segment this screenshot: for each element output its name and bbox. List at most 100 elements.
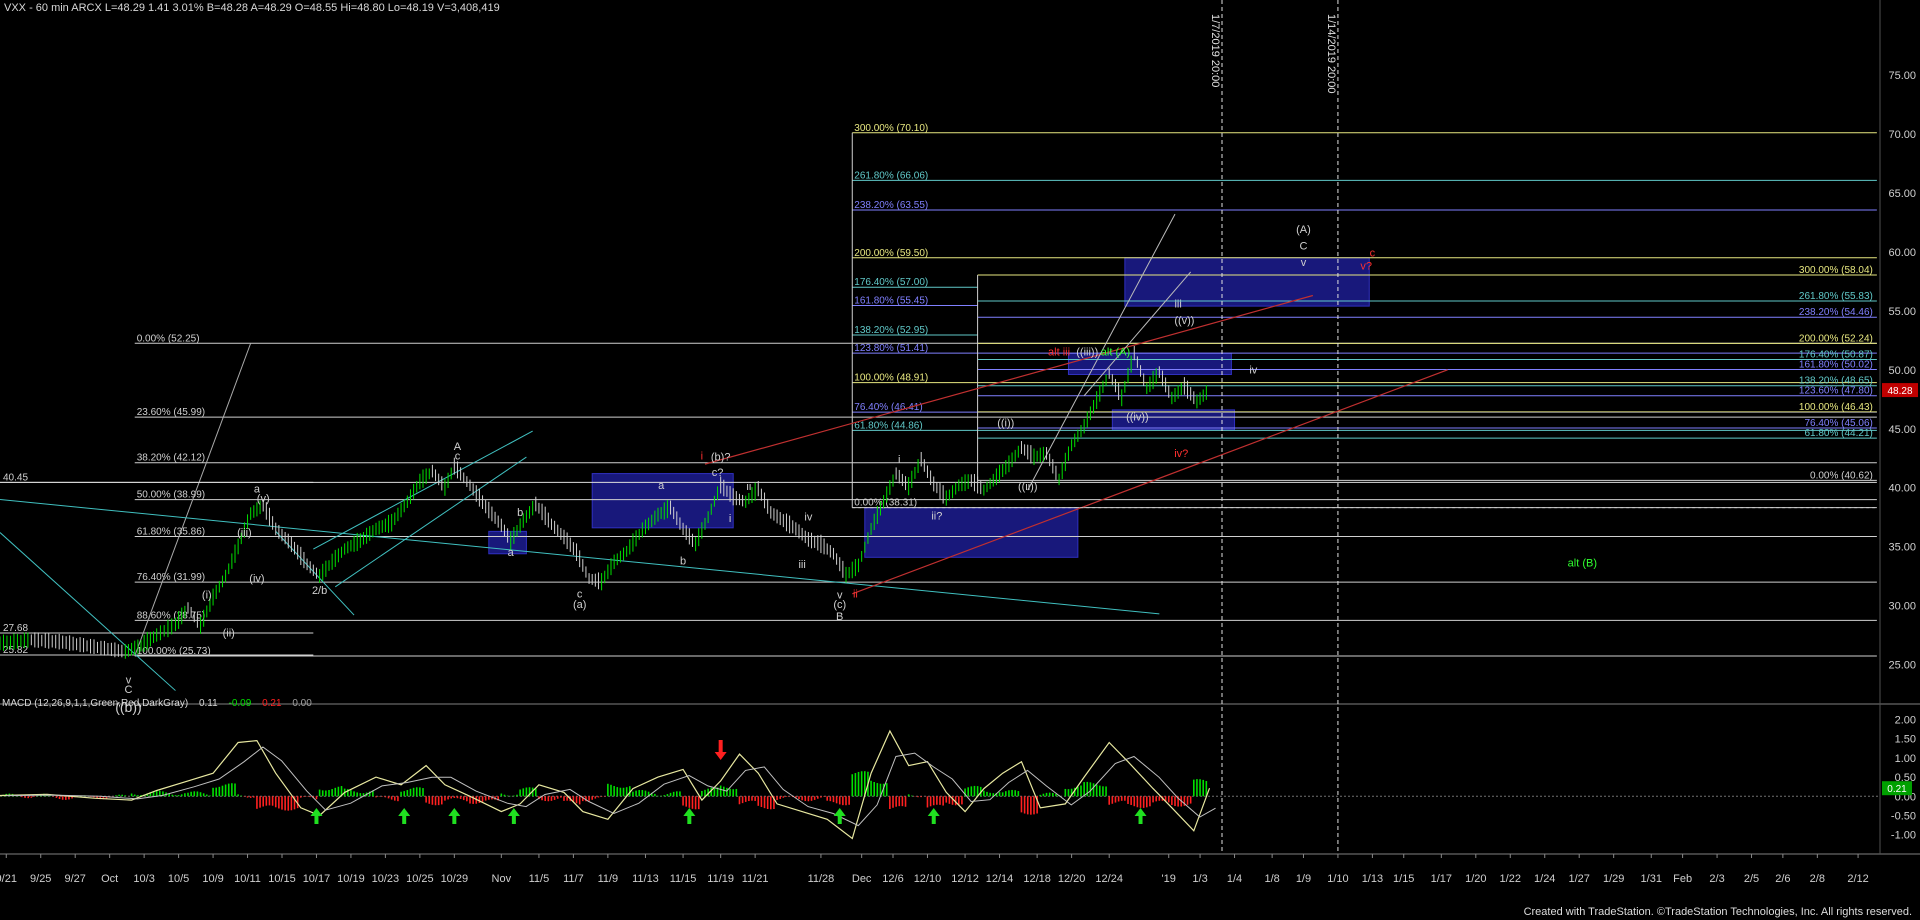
x-axis-tick: 9/27 — [64, 873, 85, 885]
macd-value-1: 0.11 — [198, 698, 218, 709]
price-axis-tick: 50.00 — [1888, 365, 1916, 377]
x-axis-tick: 11/9 — [598, 873, 619, 885]
price-axis-tick: 40.00 — [1888, 483, 1916, 495]
target-box — [1124, 257, 1370, 307]
wave-label: alt (A) — [1101, 347, 1130, 359]
wave-label: ((v)) — [1174, 315, 1194, 327]
wave-label: ((i)) — [997, 417, 1014, 429]
x-axis-tick: 1/20 — [1465, 873, 1486, 885]
price-axis-tick: 65.00 — [1888, 188, 1916, 200]
fib-level-label: 23.60% (45.99) — [137, 407, 205, 418]
fib-level-label: 300.00% (58.04) — [1799, 265, 1873, 276]
macd-arrow-up — [683, 808, 696, 824]
fib-level-label: 138.20% (52.95) — [854, 325, 928, 336]
price-axis-tick: 75.00 — [1888, 70, 1916, 82]
x-axis-tick: 10/17 — [303, 873, 331, 885]
wave-label: (i) — [202, 590, 212, 602]
x-axis-tick: 12/12 — [951, 873, 979, 885]
wave-label: (c) — [833, 599, 846, 611]
fib-level-label: 161.80% (50.02) — [1799, 360, 1873, 371]
fib-level-label: 261.80% (66.06) — [854, 170, 928, 181]
macd-last-label: 0.21 — [1887, 784, 1907, 795]
macd-arrow-up — [310, 808, 323, 824]
x-axis-tick: 10/3 — [133, 873, 154, 885]
wave-label: i — [729, 513, 731, 525]
x-axis-tick: Dec — [852, 873, 872, 885]
fib-level-label: 123.80% (51.41) — [854, 343, 928, 354]
fib-level-label: 38.20% (42.12) — [137, 453, 205, 464]
x-axis-tick: Oct — [101, 873, 118, 885]
fib-level-label: 161.80% (55.45) — [854, 296, 928, 307]
macd-arrow-up — [1134, 808, 1147, 824]
x-axis-tick: 1/8 — [1264, 873, 1279, 885]
macd-arrow-up — [507, 808, 520, 824]
macd-header: MACD (12,26,9,1,1,Green,Red,DarkGray) 0.… — [2, 698, 312, 709]
macd-axis-tick: -1.00 — [1891, 830, 1916, 842]
macd-value-3: 0.21 — [262, 698, 282, 709]
wave-label: alt iii — [1048, 347, 1070, 359]
fib-level-label: 123.60% (47.80) — [1799, 386, 1873, 397]
price-axis-tick: 55.00 — [1888, 306, 1916, 318]
wave-label: v? — [1360, 261, 1372, 273]
fib-level-label: 238.20% (54.46) — [1799, 307, 1873, 318]
x-axis-tick: 11/19 — [707, 873, 734, 885]
macd-value-2: -0.09 — [228, 698, 252, 709]
x-axis-tick: 12/18 — [1023, 873, 1051, 885]
wave-label: (a) — [573, 599, 586, 611]
wave-label: c — [1370, 248, 1376, 260]
price-axis-tick: 25.00 — [1888, 660, 1916, 672]
x-axis-tick: 10/11 — [234, 873, 261, 885]
wave-label: i — [898, 454, 900, 466]
macd-line — [0, 729, 1211, 840]
wave-label: iv? — [1174, 448, 1188, 460]
x-axis-tick: 2/3 — [1709, 873, 1724, 885]
macd-arrow-up — [927, 808, 940, 824]
fib-level-label: 238.20% (63.55) — [854, 200, 928, 211]
price-axis-tick: 70.00 — [1888, 129, 1916, 141]
wave-label: ii? — [931, 511, 942, 523]
macd-axis-tick: -0.50 — [1891, 810, 1916, 822]
x-axis-tick: 12/20 — [1058, 873, 1086, 885]
price-axis-tick: 45.00 — [1888, 424, 1916, 436]
x-axis-tick: 11/13 — [632, 873, 659, 885]
fib-level-label: 100.00% (46.43) — [1799, 402, 1873, 413]
price-chart[interactable]: 300.00% (70.10) 261.80% (66.06) 238.20% (6… — [0, 0, 1920, 920]
wave-label: (v) — [257, 493, 270, 505]
time-marker-label: 1/7/2019 20:00 — [1209, 14, 1221, 87]
fib-level-label: 261.80% (55.83) — [1799, 291, 1873, 302]
x-axis-tick: 2/8 — [1810, 873, 1825, 885]
level-label: 40.45 — [3, 472, 28, 483]
fib-level-label: 0.00% (52.25) — [137, 333, 200, 344]
x-axis-tick: 11/28 — [808, 873, 835, 885]
x-axis-tick: 12/24 — [1095, 873, 1123, 885]
macd-arrow-up — [398, 808, 411, 824]
fib-level-label: 300.00% (70.10) — [854, 123, 928, 134]
x-axis-tick: 10/25 — [406, 873, 434, 885]
wave-label: C — [124, 684, 132, 696]
target-box — [864, 507, 1079, 558]
wave-label: iii — [1174, 298, 1181, 310]
fib-level-label: 200.00% (59.50) — [854, 248, 928, 259]
x-axis-tick: 1/27 — [1568, 873, 1589, 885]
wave-label: (A) — [1296, 224, 1311, 236]
x-axis-tick: 12/6 — [882, 873, 903, 885]
x-axis-tick: 10/29 — [441, 873, 469, 885]
wave-label: ((iv)) — [1126, 412, 1149, 424]
x-axis-tick: 11/5 — [529, 873, 550, 885]
channel-line — [275, 531, 355, 616]
fib-level-label: 176.40% (57.00) — [854, 277, 928, 288]
x-axis-tick: 9/21 — [0, 873, 17, 885]
time-marker-label: 1/14/2019 20:00 — [1325, 14, 1337, 94]
wave-label: iv — [1249, 364, 1257, 376]
fib-level-label: 61.80% (44.21) — [1804, 428, 1872, 439]
x-axis-tick: '19 — [1162, 873, 1176, 885]
price-axis-tick: 60.00 — [1888, 247, 1916, 259]
x-axis-tick: 1/3 — [1192, 873, 1207, 885]
wave-label: v — [1301, 257, 1307, 269]
x-axis-tick: 11/15 — [670, 873, 697, 885]
wave-label: (iii) — [237, 527, 252, 539]
x-axis-tick: 11/21 — [742, 873, 769, 885]
macd-label: MACD (12,26,9,1,1,Green,Red,DarkGray) — [2, 698, 189, 709]
x-axis-tick: 12/10 — [914, 873, 942, 885]
wave-label: ((ii)) — [1018, 481, 1038, 493]
